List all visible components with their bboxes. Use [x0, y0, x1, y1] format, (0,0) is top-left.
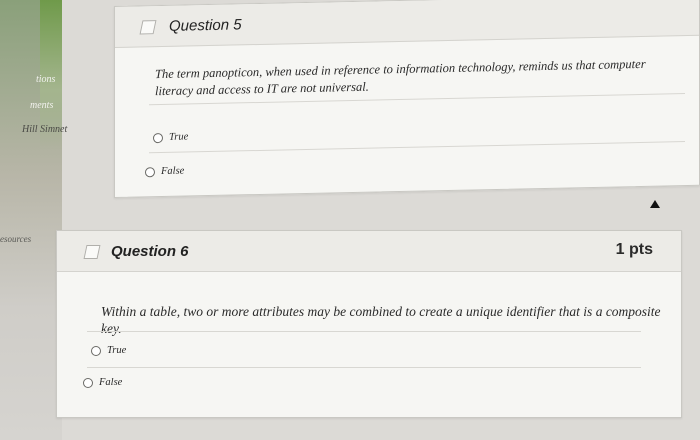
- q5-option-false[interactable]: False: [145, 166, 184, 178]
- flag-question-icon[interactable]: [83, 245, 101, 259]
- sidebar-item-tions[interactable]: tions: [36, 74, 55, 85]
- divider: [87, 331, 641, 332]
- sidebar-item-hill-simnet[interactable]: Hill Simnet: [22, 124, 67, 135]
- divider: [87, 367, 641, 368]
- q6-option-true[interactable]: True: [91, 345, 126, 356]
- radio-button-icon[interactable]: [153, 132, 163, 143]
- q5-option-true[interactable]: True: [153, 131, 188, 143]
- question-6-title: Question 6: [111, 243, 189, 260]
- question-5-text: The term panopticon, when used in refere…: [155, 56, 646, 99]
- divider: [149, 141, 685, 154]
- question-6-card: Question 6 1 pts Within a table, two or …: [56, 230, 682, 418]
- question-5-header: Question 5: [115, 0, 699, 48]
- radio-button-icon[interactable]: [145, 166, 155, 177]
- question-6-header: Question 6 1 pts: [57, 231, 681, 272]
- sidebar-item-resources[interactable]: esources: [0, 234, 31, 244]
- option-label: False: [161, 165, 185, 178]
- question-5-title: Question 5: [169, 16, 242, 35]
- sidebar-item-ments[interactable]: ments: [30, 100, 53, 111]
- mouse-cursor-icon: [650, 200, 660, 208]
- flag-question-icon[interactable]: [139, 20, 157, 35]
- option-label: True: [169, 131, 189, 143]
- radio-button-icon[interactable]: [91, 345, 101, 356]
- option-label: True: [107, 345, 127, 356]
- question-5-card: Question 5 The term panopticon, when use…: [114, 0, 700, 198]
- q6-option-false[interactable]: False: [83, 377, 122, 388]
- option-label: False: [99, 377, 123, 388]
- radio-button-icon[interactable]: [83, 377, 93, 388]
- course-sidebar: tions ments Hill Simnet esources: [0, 0, 67, 440]
- question-6-points: 1 pts: [615, 241, 653, 258]
